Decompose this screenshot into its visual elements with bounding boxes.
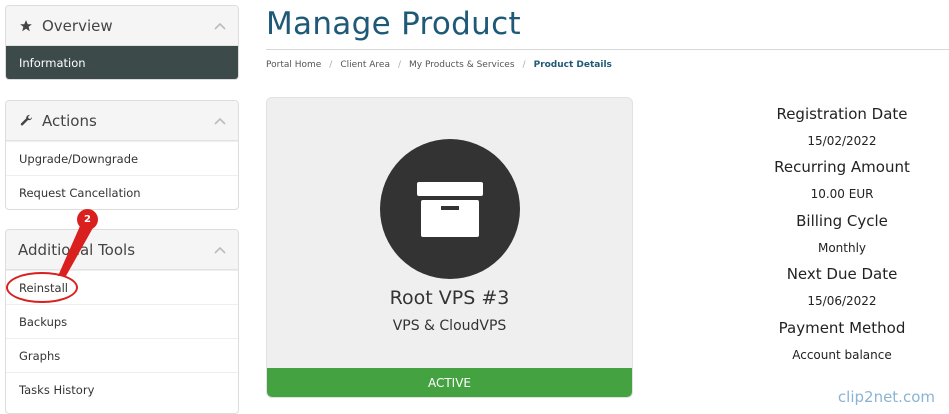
annotation-ring xyxy=(6,272,78,303)
watermark-logo: clip2net.com xyxy=(837,388,935,406)
annotation-step-badge: 2 xyxy=(77,209,98,230)
annotation-pointer xyxy=(58,226,94,276)
